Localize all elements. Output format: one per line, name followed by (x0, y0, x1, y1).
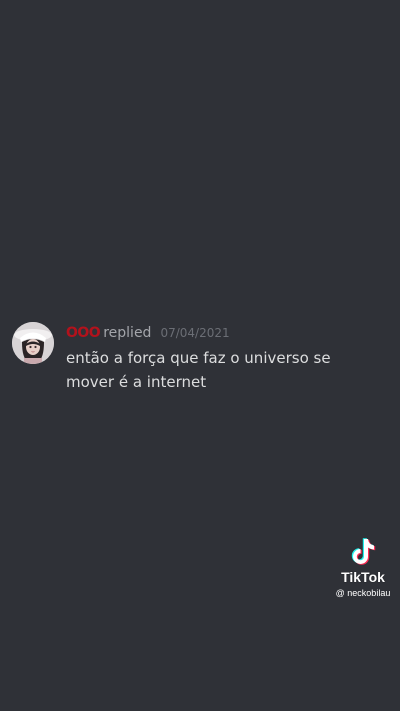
message-header: OOO replied 07/04/2021 (66, 325, 388, 345)
username[interactable]: OOO (66, 325, 101, 341)
tiktok-logo-icon (351, 538, 376, 565)
avatar-image (12, 322, 54, 364)
reply-action-label: replied (103, 325, 152, 341)
tiktok-brand-text: TikTok (341, 569, 385, 585)
tiktok-watermark: TikTok @ neckobilau (330, 537, 396, 599)
chat-message: OOO replied 07/04/2021 então a força que… (12, 322, 388, 394)
timestamp: 07/04/2021 (160, 326, 230, 340)
message-text: então a força que faz o universo se move… (66, 349, 331, 391)
tiktok-handle: @ neckobilau (335, 588, 391, 598)
message-body: OOO replied 07/04/2021 então a força que… (66, 322, 388, 394)
avatar[interactable] (12, 322, 54, 364)
